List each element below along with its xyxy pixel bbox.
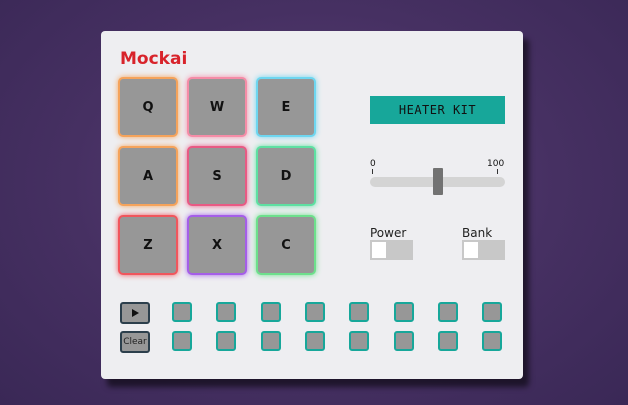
step-cell[interactable] [349, 302, 369, 322]
power-label: Power [370, 226, 407, 240]
slider-max-label: 100 [487, 159, 505, 169]
pad-label: Z [143, 237, 153, 253]
bank-toggle[interactable] [462, 240, 505, 260]
clear-button[interactable]: Clear [120, 331, 150, 353]
step-cell[interactable] [394, 331, 414, 351]
pad-a[interactable]: A [118, 146, 178, 206]
pad-z[interactable]: Z [118, 215, 178, 275]
step-cell[interactable] [216, 302, 236, 322]
step-cell[interactable] [438, 302, 458, 322]
play-button[interactable] [120, 302, 150, 324]
step-cell[interactable] [349, 331, 369, 351]
step-cell[interactable] [216, 331, 236, 351]
pad-c[interactable]: C [256, 215, 316, 275]
pad-e[interactable]: E [256, 77, 316, 137]
step-cell[interactable] [261, 331, 281, 351]
pad-q[interactable]: Q [118, 77, 178, 137]
step-cell[interactable] [172, 331, 192, 351]
pad-label: C [281, 237, 291, 253]
slider-min-label: 0 [370, 159, 376, 169]
bank-label: Bank [462, 226, 493, 240]
volume-slider-handle[interactable] [432, 168, 443, 195]
step-cell[interactable] [261, 302, 281, 322]
pad-label: D [280, 168, 292, 184]
step-cell[interactable] [305, 331, 325, 351]
step-cell[interactable] [438, 331, 458, 351]
power-toggle[interactable] [370, 240, 413, 260]
pad-w[interactable]: W [187, 77, 247, 137]
pad-x[interactable]: X [187, 215, 247, 275]
bank-toggle-knob [464, 242, 478, 258]
brand-logo: Mockai [120, 49, 188, 69]
step-cell[interactable] [305, 302, 325, 322]
display-text: HEATER KIT [398, 103, 477, 117]
pad-label: X [211, 237, 223, 253]
clear-label: Clear [123, 337, 147, 347]
pad-label: S [212, 168, 222, 184]
step-cell[interactable] [482, 302, 502, 322]
pad-label: Q [142, 99, 154, 115]
step-cell[interactable] [172, 302, 192, 322]
pad-label: A [142, 168, 154, 184]
slider-min-tick [372, 169, 373, 174]
pad-d[interactable]: D [256, 146, 316, 206]
pad-label: W [209, 99, 225, 115]
power-toggle-knob [372, 242, 386, 258]
step-cell[interactable] [394, 302, 414, 322]
play-icon [132, 309, 139, 317]
slider-max-tick [497, 169, 498, 174]
sound-display: HEATER KIT [370, 96, 505, 124]
pad-s[interactable]: S [187, 146, 247, 206]
drum-machine-card: Mockai Q W E A S D Z X C HEATER KIT 0 10… [101, 31, 523, 379]
pad-label: E [281, 99, 291, 115]
step-cell[interactable] [482, 331, 502, 351]
